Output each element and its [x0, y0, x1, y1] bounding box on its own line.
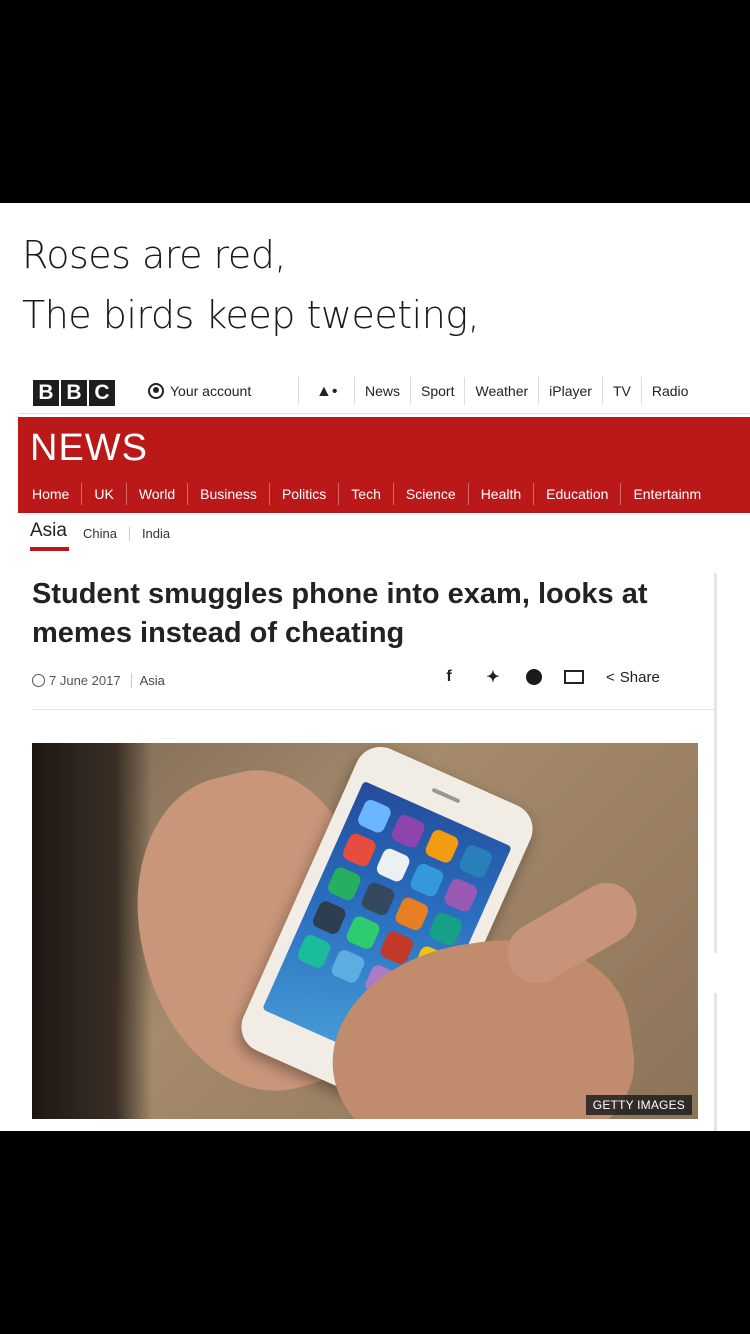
- news-banner: NEWS Home UK World Business Politics Tec…: [18, 417, 750, 513]
- bbc-logo[interactable]: B B C: [33, 380, 115, 406]
- sub-nav-india[interactable]: India: [128, 527, 182, 541]
- sub-nav-asia[interactable]: Asia: [30, 520, 69, 551]
- app-icon: [389, 812, 427, 850]
- sub-nav: Asia China India: [30, 517, 182, 551]
- app-icon: [457, 842, 495, 880]
- article-headline: Student smuggles phone into exam, looks …: [32, 578, 648, 649]
- messenger-icon[interactable]: [526, 669, 542, 685]
- section-nav-business[interactable]: Business: [187, 483, 269, 505]
- article-date: 7 June 2017: [49, 673, 121, 688]
- section-nav-entertainment[interactable]: Entertainm: [620, 483, 713, 505]
- app-icon: [393, 895, 431, 933]
- app-icon: [359, 880, 397, 918]
- scrollbar[interactable]: [714, 993, 717, 1131]
- image-credit: GETTY IMAGES: [585, 1095, 692, 1115]
- app-icon: [442, 876, 480, 914]
- bell-icon[interactable]: ▲•: [316, 383, 337, 401]
- facebook-icon[interactable]: f: [438, 668, 460, 686]
- share-button[interactable]: < Share: [606, 669, 660, 686]
- app-icon: [374, 846, 412, 884]
- app-icon: [344, 914, 382, 952]
- phone-speaker: [431, 787, 461, 804]
- share-tools: f ✦ < Share: [438, 667, 660, 687]
- section-nav-world[interactable]: World: [125, 483, 187, 505]
- email-icon[interactable]: [564, 670, 584, 684]
- section-nav-tech[interactable]: Tech: [338, 483, 393, 505]
- top-nav-tv[interactable]: TV: [601, 377, 641, 405]
- scrollbar[interactable]: [714, 573, 717, 953]
- meme-panel: Roses are red, The birds keep tweeting, …: [0, 203, 750, 1131]
- app-icon: [329, 947, 367, 985]
- bbc-logo-letter: B: [33, 380, 59, 406]
- article-tag[interactable]: Asia: [130, 673, 165, 688]
- section-nav-education[interactable]: Education: [533, 483, 620, 505]
- article-meta: 7 June 2017 Asia: [32, 673, 165, 688]
- meme-line-2: The birds keep tweeting,: [22, 293, 480, 337]
- top-nav-sport[interactable]: Sport: [410, 377, 464, 405]
- app-icon: [340, 831, 378, 869]
- section-nav-health[interactable]: Health: [467, 483, 533, 505]
- app-icon: [295, 932, 333, 970]
- app-icon: [427, 910, 465, 948]
- bbc-article-screenshot: B B C Your account ▲• News Sport Weather…: [18, 365, 750, 1131]
- account-label: Your account: [170, 383, 252, 399]
- top-nav-iplayer[interactable]: iPlayer: [538, 377, 602, 405]
- top-nav-news[interactable]: News: [354, 377, 410, 405]
- app-icon: [325, 865, 363, 903]
- share-label: Share: [619, 668, 660, 686]
- app-icon: [408, 861, 446, 899]
- top-nav-radio[interactable]: Radio: [640, 377, 699, 405]
- app-icon: [423, 827, 461, 865]
- twitter-icon[interactable]: ✦: [482, 667, 504, 687]
- share-icon: <: [606, 668, 615, 686]
- divider: [32, 709, 716, 710]
- app-icon: [355, 797, 393, 835]
- section-nav-uk[interactable]: UK: [81, 483, 125, 505]
- clock-icon: [32, 674, 45, 687]
- meme-line-1: Roses are red,: [22, 233, 286, 277]
- section-nav: Home UK World Business Politics Tech Sci…: [18, 483, 713, 505]
- article-image: GETTY IMAGES: [32, 743, 698, 1119]
- bbc-top-bar: B B C Your account ▲• News Sport Weather…: [18, 365, 750, 414]
- bbc-logo-letter: C: [89, 380, 115, 406]
- bbc-logo-letter: B: [61, 380, 87, 406]
- section-nav-politics[interactable]: Politics: [268, 483, 338, 505]
- account-icon: [148, 383, 164, 399]
- top-nav-weather[interactable]: Weather: [464, 377, 538, 405]
- image-shadow: [32, 743, 152, 1119]
- news-title[interactable]: NEWS: [30, 427, 148, 470]
- divider: [298, 377, 299, 405]
- section-nav-home[interactable]: Home: [18, 483, 81, 505]
- section-nav-science[interactable]: Science: [392, 483, 468, 505]
- app-icon: [310, 899, 348, 937]
- top-nav: News Sport Weather iPlayer TV Radio: [354, 377, 698, 405]
- sub-nav-china[interactable]: China: [83, 527, 129, 541]
- account-link[interactable]: Your account: [148, 383, 251, 399]
